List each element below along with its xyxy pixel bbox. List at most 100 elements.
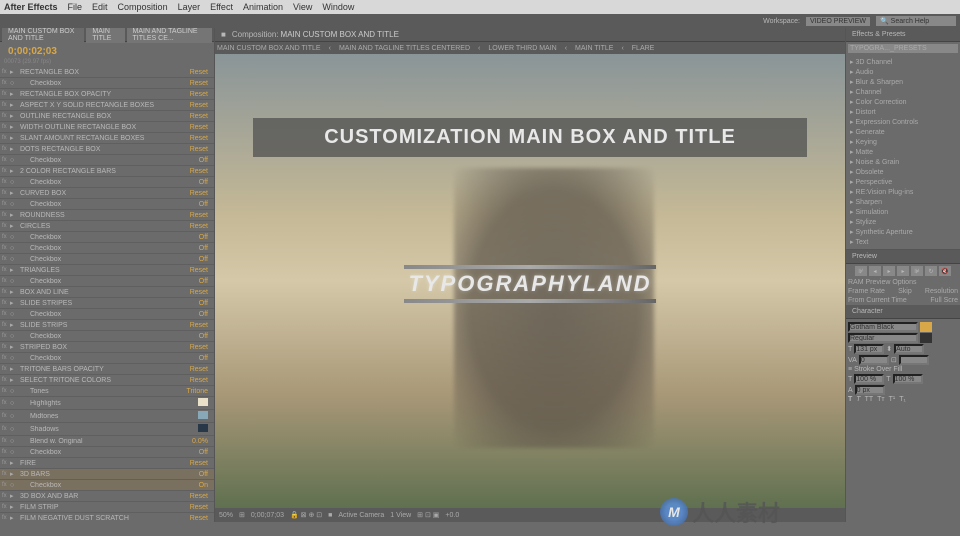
category-item[interactable]: ▸Simulation xyxy=(848,207,958,217)
effect-value[interactable]: Reset xyxy=(190,377,212,384)
effect-row[interactable]: fx▸2 COLOR RECTANGLE BARSReset xyxy=(0,166,214,177)
preview-prev-icon[interactable]: ◂ xyxy=(869,266,881,276)
ram-preview[interactable]: RAM Preview Options xyxy=(846,278,960,287)
disclosure-icon[interactable]: ○ xyxy=(10,388,18,395)
effect-row[interactable]: fx▸ROUNDNESSReset xyxy=(0,210,214,221)
disclosure-icon[interactable]: ▸ xyxy=(10,123,18,131)
leading-input[interactable] xyxy=(894,344,924,354)
fill-color-swatch[interactable] xyxy=(920,322,932,332)
hscale-input[interactable] xyxy=(893,374,923,384)
disclosure-icon[interactable]: ○ xyxy=(10,234,18,241)
effect-row[interactable]: fx▸RECTANGLE BOXReset xyxy=(0,67,214,78)
effect-value[interactable]: Reset xyxy=(190,91,212,98)
effect-value[interactable] xyxy=(198,398,212,408)
category-item[interactable]: ▸Stylize xyxy=(848,217,958,227)
effect-row[interactable]: fx▸FIREReset xyxy=(0,458,214,469)
effects-presets-label[interactable]: Effects & Presets xyxy=(848,31,910,38)
effect-row[interactable]: fx○CheckboxOn xyxy=(0,480,214,491)
menu-layer[interactable]: Layer xyxy=(178,2,201,12)
allcaps-icon[interactable]: TT xyxy=(865,396,874,403)
disclosure-icon[interactable]: ▸ xyxy=(10,514,18,522)
category-item[interactable]: ▸Sharpen xyxy=(848,197,958,207)
disclosure-icon[interactable]: ○ xyxy=(10,400,18,407)
viewer[interactable]: CUSTOMIZATION MAIN BOX AND TITLE TYPOGRA… xyxy=(215,54,845,508)
effect-value[interactable]: Reset xyxy=(190,190,212,197)
disclosure-icon[interactable]: ▸ xyxy=(10,492,18,500)
effect-row[interactable]: fx○Highlights xyxy=(0,397,214,410)
category-item[interactable]: ▸Generate xyxy=(848,127,958,137)
effect-row[interactable]: fx○CheckboxOff xyxy=(0,447,214,458)
preview-mute-icon[interactable]: 🔇 xyxy=(939,266,951,276)
disclosure-icon[interactable]: ▸ xyxy=(10,167,18,175)
kerning-input[interactable] xyxy=(859,355,889,365)
presets-search[interactable]: TYPOGRA..._PRESETS xyxy=(850,45,927,52)
effect-value[interactable]: Reset xyxy=(190,135,212,142)
effect-value[interactable]: Reset xyxy=(190,124,212,131)
effect-row[interactable]: fx○CheckboxOff xyxy=(0,254,214,265)
effect-row[interactable]: fx○CheckboxOff xyxy=(0,199,214,210)
disclosure-icon[interactable]: ○ xyxy=(10,157,18,164)
effect-value[interactable] xyxy=(198,424,212,434)
effect-value[interactable]: Reset xyxy=(190,267,212,274)
effect-value[interactable]: Reset xyxy=(190,344,212,351)
preview-first-icon[interactable]: ⊮ xyxy=(855,266,867,276)
disclosure-icon[interactable]: ▸ xyxy=(10,503,18,511)
effect-value[interactable]: Reset xyxy=(190,460,212,467)
effect-row[interactable]: fx○TonesTritone xyxy=(0,386,214,397)
effect-row[interactable]: fx▸OUTLINE RECTANGLE BOXReset xyxy=(0,111,214,122)
effect-value[interactable]: Reset xyxy=(190,212,212,219)
tab-main-custom[interactable]: MAIN CUSTOM BOX AND TITLE xyxy=(2,28,84,43)
effect-row[interactable]: fx○CheckboxOff xyxy=(0,177,214,188)
category-item[interactable]: ▸RE:Vision Plug-ins xyxy=(848,187,958,197)
category-item[interactable]: ▸Perspective xyxy=(848,177,958,187)
effect-row[interactable]: fx○CheckboxOff xyxy=(0,232,214,243)
category-item[interactable]: ▸Matte xyxy=(848,147,958,157)
category-item[interactable]: ▸Audio xyxy=(848,67,958,77)
disclosure-icon[interactable]: ▸ xyxy=(10,145,18,153)
disclosure-icon[interactable]: ○ xyxy=(10,438,18,445)
effect-row[interactable]: fx○CheckboxOff xyxy=(0,243,214,254)
effect-row[interactable]: fx▸STRIPED BOXReset xyxy=(0,342,214,353)
effect-value[interactable]: Reset xyxy=(190,223,212,230)
disclosure-icon[interactable]: ▸ xyxy=(10,321,18,329)
disclosure-icon[interactable]: ▸ xyxy=(10,288,18,296)
disclosure-icon[interactable]: ▸ xyxy=(10,211,18,219)
effect-row[interactable]: fx▸BOX AND LINEReset xyxy=(0,287,214,298)
effect-row[interactable]: fx▸WIDTH OUTLINE RECTANGLE BOXReset xyxy=(0,122,214,133)
effect-row[interactable]: fx▸CURVED BOXReset xyxy=(0,188,214,199)
disclosure-icon[interactable]: ○ xyxy=(10,245,18,252)
disclosure-icon[interactable]: ▸ xyxy=(10,189,18,197)
disclosure-icon[interactable]: ▸ xyxy=(10,68,18,76)
effect-row[interactable]: fx▸SELECT TRITONE COLORSReset xyxy=(0,375,214,386)
effect-row[interactable]: fx▸CIRCLESReset xyxy=(0,221,214,232)
category-item[interactable]: ▸Noise & Grain xyxy=(848,157,958,167)
comp-tab-1[interactable]: MAIN AND TAGLINE TITLES CENTERED xyxy=(339,45,470,52)
baseline-input[interactable] xyxy=(855,385,885,395)
effect-value[interactable]: Reset xyxy=(190,102,212,109)
smallcaps-icon[interactable]: Tт xyxy=(877,396,884,403)
effect-row[interactable]: fx▸RECTANGLE BOX OPACITYReset xyxy=(0,89,214,100)
font-style-input[interactable] xyxy=(848,333,918,343)
effect-value[interactable]: Reset xyxy=(190,168,212,175)
category-item[interactable]: ▸Expression Controls xyxy=(848,117,958,127)
disclosure-icon[interactable]: ○ xyxy=(10,201,18,208)
search-help-input[interactable]: 🔍 Search Help xyxy=(876,16,956,26)
stroke-option[interactable]: Stroke Over Fill xyxy=(854,366,902,373)
view-count[interactable]: 1 View xyxy=(390,512,411,519)
effect-row[interactable]: fx○CheckboxOff xyxy=(0,276,214,287)
disclosure-icon[interactable]: ▸ xyxy=(10,376,18,384)
timecode[interactable]: 0;00;02;03 xyxy=(4,44,210,59)
effect-row[interactable]: fx▸3D BARSOff xyxy=(0,469,214,480)
disclosure-icon[interactable]: ▸ xyxy=(10,470,18,478)
effect-row[interactable]: fx▸SLIDE STRIPSReset xyxy=(0,320,214,331)
comp-tab-2[interactable]: LOWER THIRD MAIN xyxy=(488,45,556,52)
effect-value[interactable]: On xyxy=(199,482,212,489)
footer-time[interactable]: 0;00;07;03 xyxy=(251,512,284,519)
zoom-level[interactable]: 50% xyxy=(219,512,233,519)
effect-row[interactable]: fx○CheckboxOff xyxy=(0,155,214,166)
disclosure-icon[interactable]: ▸ xyxy=(10,222,18,230)
disclosure-icon[interactable]: ▸ xyxy=(10,112,18,120)
effect-value[interactable]: Reset xyxy=(190,493,212,500)
effect-row[interactable]: fx▸SLIDE STRIPESOff xyxy=(0,298,214,309)
effect-value[interactable]: Off xyxy=(199,234,212,241)
